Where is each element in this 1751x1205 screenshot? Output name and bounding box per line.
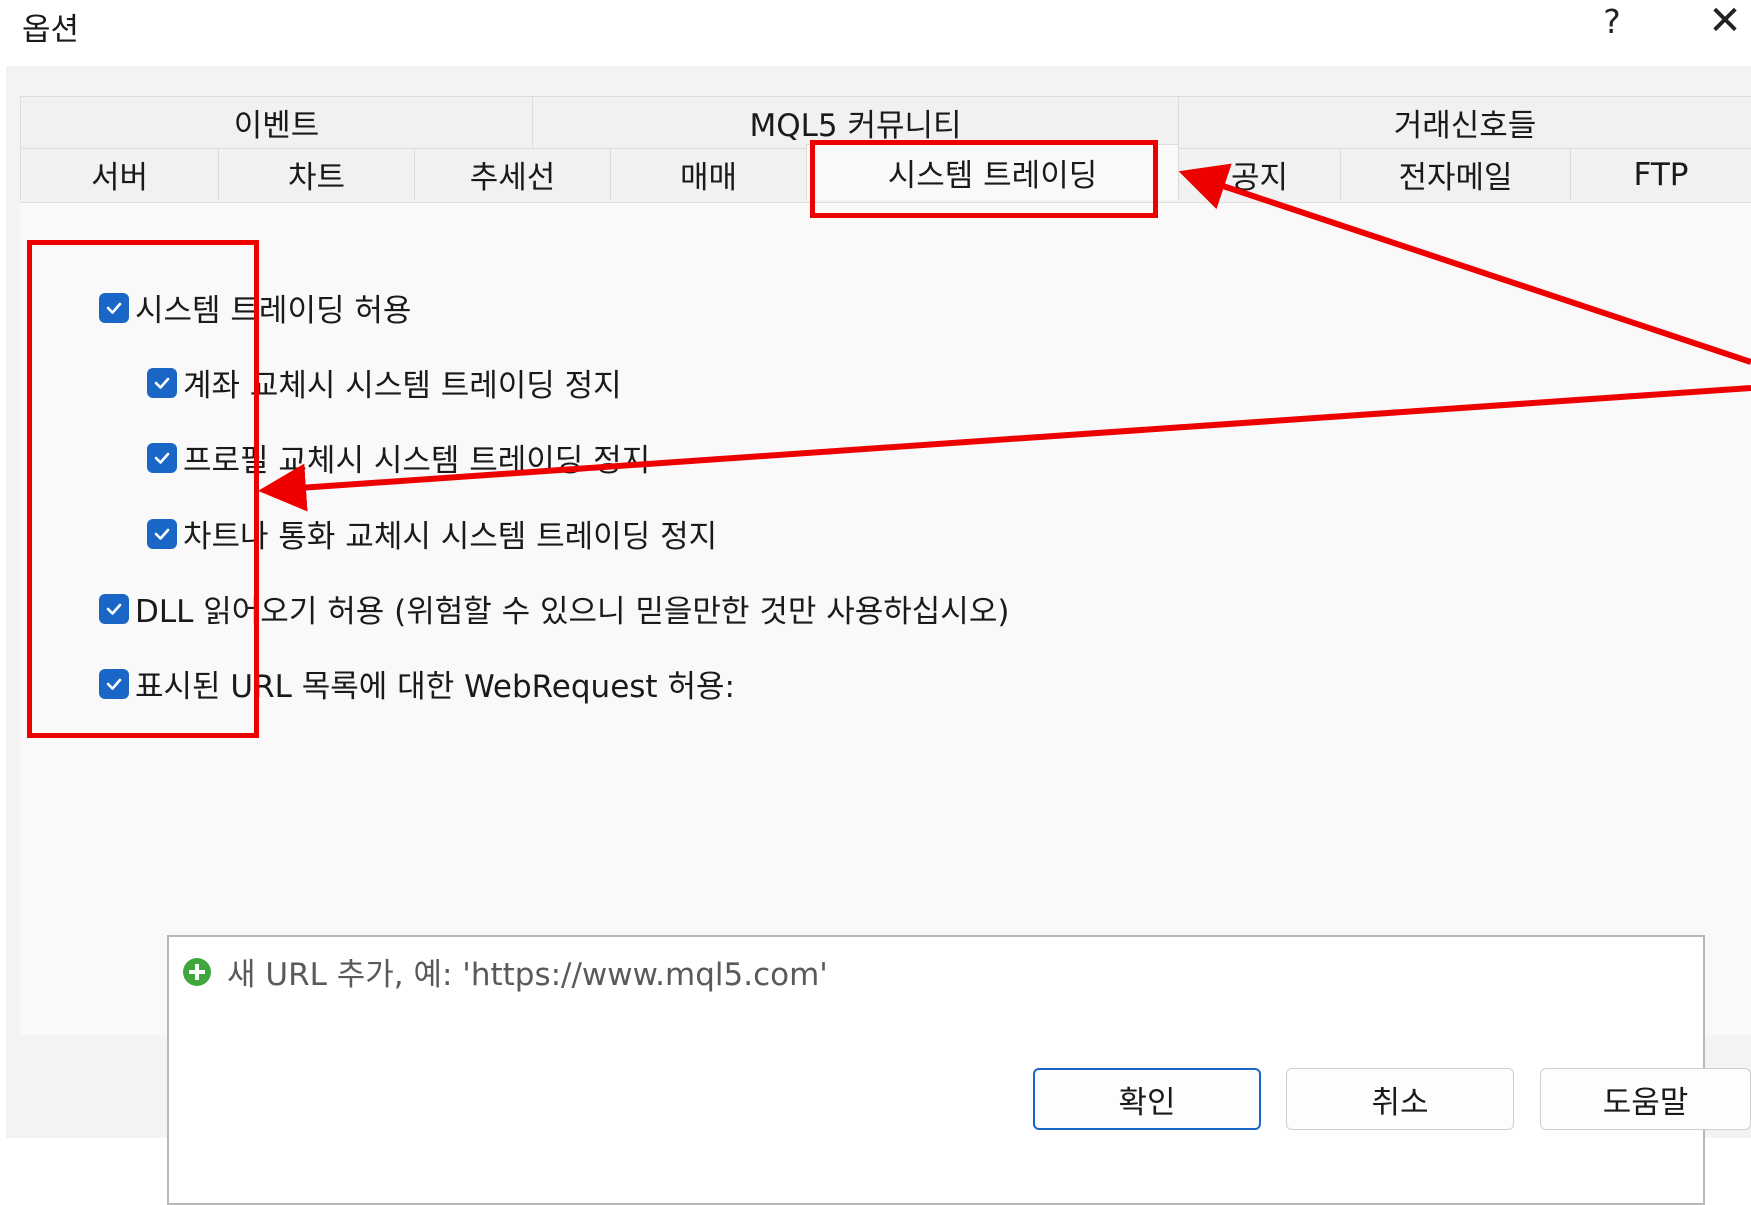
- annotation-arrow-to-tab: [1178, 163, 1751, 365]
- annotation-arrows: [258, 163, 1751, 512]
- annotation-arrow-to-options: [258, 385, 1751, 512]
